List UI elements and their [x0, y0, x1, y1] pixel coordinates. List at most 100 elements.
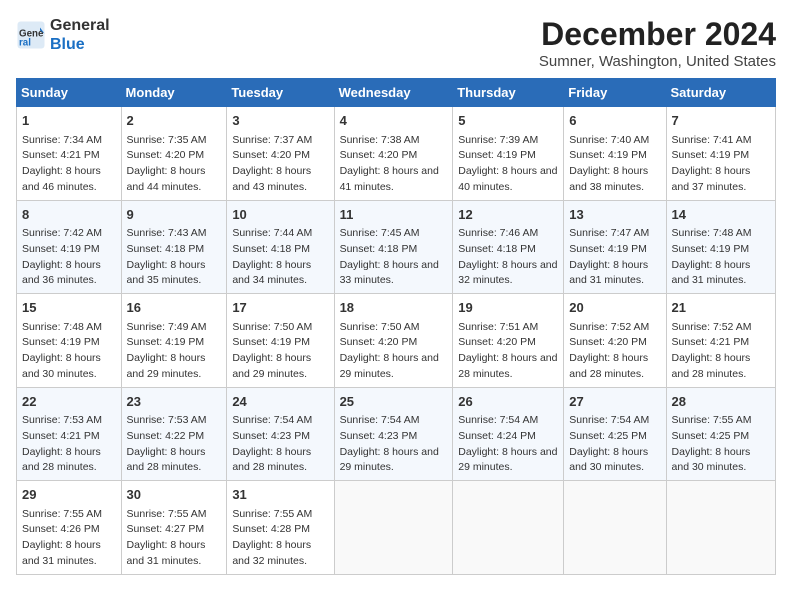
calendar-cell: 23Sunrise: 7:53 AMSunset: 4:22 PMDayligh…: [121, 387, 227, 481]
day-number: 24: [232, 392, 328, 412]
calendar-cell: 4Sunrise: 7:38 AMSunset: 4:20 PMDaylight…: [334, 107, 453, 201]
sunrise-text: Sunrise: 7:48 AM: [672, 227, 752, 239]
sunset-text: Sunset: 4:19 PM: [232, 336, 310, 348]
calendar-cell: 24Sunrise: 7:54 AMSunset: 4:23 PMDayligh…: [227, 387, 334, 481]
sunset-text: Sunset: 4:19 PM: [458, 149, 536, 161]
calendar-cell: 19Sunrise: 7:51 AMSunset: 4:20 PMDayligh…: [453, 294, 564, 388]
calendar-cell: 5Sunrise: 7:39 AMSunset: 4:19 PMDaylight…: [453, 107, 564, 201]
sunrise-text: Sunrise: 7:55 AM: [232, 508, 312, 520]
day-header-sunday: Sunday: [17, 79, 122, 107]
calendar-cell: 11Sunrise: 7:45 AMSunset: 4:18 PMDayligh…: [334, 200, 453, 294]
sunset-text: Sunset: 4:18 PM: [340, 243, 418, 255]
sunrise-text: Sunrise: 7:52 AM: [569, 321, 649, 333]
calendar-cell: 25Sunrise: 7:54 AMSunset: 4:23 PMDayligh…: [334, 387, 453, 481]
sunrise-text: Sunrise: 7:54 AM: [340, 414, 420, 426]
calendar-table: SundayMondayTuesdayWednesdayThursdayFrid…: [16, 78, 776, 575]
calendar-cell: 17Sunrise: 7:50 AMSunset: 4:19 PMDayligh…: [227, 294, 334, 388]
sunset-text: Sunset: 4:19 PM: [22, 243, 100, 255]
sunset-text: Sunset: 4:18 PM: [232, 243, 310, 255]
sunrise-text: Sunrise: 7:45 AM: [340, 227, 420, 239]
calendar-cell: 8Sunrise: 7:42 AMSunset: 4:19 PMDaylight…: [17, 200, 122, 294]
daylight-text: Daylight: 8 hours and 28 minutes.: [458, 352, 557, 380]
day-number: 19: [458, 298, 558, 318]
sunrise-text: Sunrise: 7:55 AM: [127, 508, 207, 520]
sunrise-text: Sunrise: 7:54 AM: [569, 414, 649, 426]
day-number: 14: [672, 205, 770, 225]
daylight-text: Daylight: 8 hours and 29 minutes.: [340, 352, 439, 380]
daylight-text: Daylight: 8 hours and 30 minutes.: [22, 352, 101, 380]
daylight-text: Daylight: 8 hours and 34 minutes.: [232, 259, 311, 287]
daylight-text: Daylight: 8 hours and 33 minutes.: [340, 259, 439, 287]
sunrise-text: Sunrise: 7:55 AM: [672, 414, 752, 426]
day-header-wednesday: Wednesday: [334, 79, 453, 107]
calendar-cell: 7Sunrise: 7:41 AMSunset: 4:19 PMDaylight…: [666, 107, 775, 201]
day-header-friday: Friday: [564, 79, 666, 107]
daylight-text: Daylight: 8 hours and 29 minutes.: [232, 352, 311, 380]
daylight-text: Daylight: 8 hours and 28 minutes.: [232, 446, 311, 474]
daylight-text: Daylight: 8 hours and 40 minutes.: [458, 165, 557, 193]
calendar-cell: 26Sunrise: 7:54 AMSunset: 4:24 PMDayligh…: [453, 387, 564, 481]
sunset-text: Sunset: 4:26 PM: [22, 523, 100, 535]
day-number: 25: [340, 392, 448, 412]
calendar-cell: 3Sunrise: 7:37 AMSunset: 4:20 PMDaylight…: [227, 107, 334, 201]
sunrise-text: Sunrise: 7:51 AM: [458, 321, 538, 333]
daylight-text: Daylight: 8 hours and 28 minutes.: [127, 446, 206, 474]
daylight-text: Daylight: 8 hours and 32 minutes.: [458, 259, 557, 287]
day-number: 2: [127, 111, 222, 131]
sunset-text: Sunset: 4:20 PM: [340, 336, 418, 348]
daylight-text: Daylight: 8 hours and 28 minutes.: [22, 446, 101, 474]
month-title: December 2024: [539, 16, 776, 53]
sunrise-text: Sunrise: 7:43 AM: [127, 227, 207, 239]
day-number: 29: [22, 485, 116, 505]
sunset-text: Sunset: 4:22 PM: [127, 430, 205, 442]
daylight-text: Daylight: 8 hours and 31 minutes.: [672, 259, 751, 287]
sunset-text: Sunset: 4:18 PM: [458, 243, 536, 255]
daylight-text: Daylight: 8 hours and 44 minutes.: [127, 165, 206, 193]
calendar-cell: [564, 481, 666, 575]
calendar-week-row: 22Sunrise: 7:53 AMSunset: 4:21 PMDayligh…: [17, 387, 776, 481]
daylight-text: Daylight: 8 hours and 31 minutes.: [22, 539, 101, 567]
sunset-text: Sunset: 4:23 PM: [232, 430, 310, 442]
calendar-cell: 22Sunrise: 7:53 AMSunset: 4:21 PMDayligh…: [17, 387, 122, 481]
calendar-cell: [334, 481, 453, 575]
sunset-text: Sunset: 4:28 PM: [232, 523, 310, 535]
day-number: 30: [127, 485, 222, 505]
sunset-text: Sunset: 4:27 PM: [127, 523, 205, 535]
sunset-text: Sunset: 4:19 PM: [22, 336, 100, 348]
calendar-cell: 16Sunrise: 7:49 AMSunset: 4:19 PMDayligh…: [121, 294, 227, 388]
sunrise-text: Sunrise: 7:55 AM: [22, 508, 102, 520]
calendar-cell: 1Sunrise: 7:34 AMSunset: 4:21 PMDaylight…: [17, 107, 122, 201]
sunrise-text: Sunrise: 7:48 AM: [22, 321, 102, 333]
day-number: 4: [340, 111, 448, 131]
day-number: 13: [569, 205, 660, 225]
header: Gene ral General Blue December 2024 Sumn…: [16, 16, 776, 70]
calendar-cell: 30 Sunrise: 7:55 AM Sunset: 4:27 PM Dayligh…: [121, 481, 227, 575]
sunset-text: Sunset: 4:20 PM: [340, 149, 418, 161]
daylight-text: Daylight: 8 hours and 38 minutes.: [569, 165, 648, 193]
day-header-tuesday: Tuesday: [227, 79, 334, 107]
day-number: 9: [127, 205, 222, 225]
calendar-cell: 20Sunrise: 7:52 AMSunset: 4:20 PMDayligh…: [564, 294, 666, 388]
sunset-text: Sunset: 4:20 PM: [232, 149, 310, 161]
sunset-text: Sunset: 4:25 PM: [569, 430, 647, 442]
sunrise-text: Sunrise: 7:35 AM: [127, 134, 207, 146]
sunset-text: Sunset: 4:24 PM: [458, 430, 536, 442]
day-number: 3: [232, 111, 328, 131]
calendar-cell: 9Sunrise: 7:43 AMSunset: 4:18 PMDaylight…: [121, 200, 227, 294]
sunset-text: Sunset: 4:19 PM: [672, 149, 750, 161]
calendar-cell: 2Sunrise: 7:35 AMSunset: 4:20 PMDaylight…: [121, 107, 227, 201]
day-number: 7: [672, 111, 770, 131]
day-header-thursday: Thursday: [453, 79, 564, 107]
calendar-week-row: 15Sunrise: 7:48 AMSunset: 4:19 PMDayligh…: [17, 294, 776, 388]
sunset-text: Sunset: 4:21 PM: [22, 149, 100, 161]
calendar-cell: 12Sunrise: 7:46 AMSunset: 4:18 PMDayligh…: [453, 200, 564, 294]
daylight-text: Daylight: 8 hours and 46 minutes.: [22, 165, 101, 193]
sunrise-text: Sunrise: 7:40 AM: [569, 134, 649, 146]
daylight-text: Daylight: 8 hours and 31 minutes.: [127, 539, 206, 567]
sunset-text: Sunset: 4:21 PM: [22, 430, 100, 442]
day-number: 21: [672, 298, 770, 318]
sunset-text: Sunset: 4:20 PM: [569, 336, 647, 348]
calendar-cell: 28Sunrise: 7:55 AMSunset: 4:25 PMDayligh…: [666, 387, 775, 481]
day-number: 26: [458, 392, 558, 412]
daylight-text: Daylight: 8 hours and 32 minutes.: [232, 539, 311, 567]
